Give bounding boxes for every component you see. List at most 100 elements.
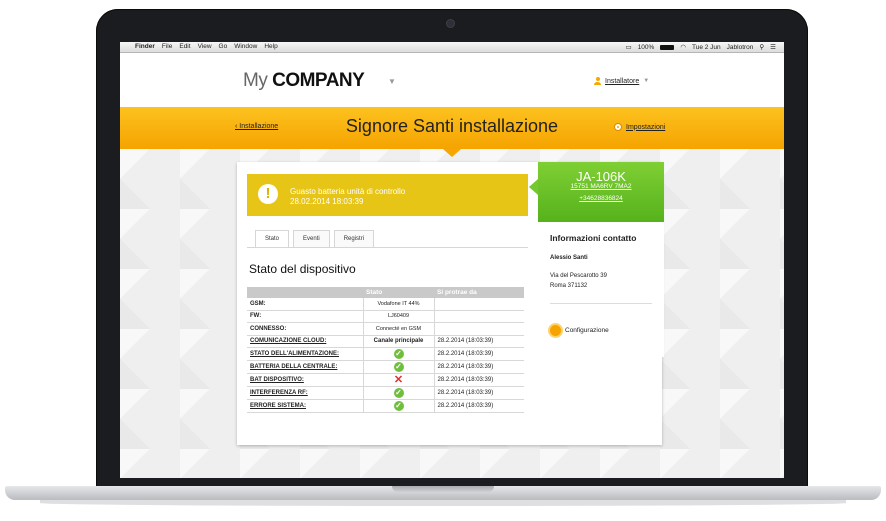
since-value: 28.2.2014 (18:03:39): [434, 335, 524, 348]
row-label[interactable]: BATTERIA DELLA CENTRALE:: [247, 360, 364, 374]
status-cell: ✕: [363, 373, 435, 387]
configuration-label[interactable]: Configurazione: [565, 327, 609, 334]
status-value: Vodafone IT 44%: [363, 298, 435, 311]
laptop-shadow: [40, 500, 846, 506]
device-phone-link[interactable]: +34628836824: [538, 195, 664, 202]
menu-user[interactable]: Jablotron: [727, 44, 754, 51]
row-label[interactable]: COMUNICAZIONE CLOUD:: [247, 335, 364, 348]
row-label: FW:: [247, 310, 364, 323]
menu-file[interactable]: File: [162, 43, 172, 50]
row-label: GSM:: [247, 298, 364, 311]
row-label[interactable]: STATO DELL'ALIMENTAZIONE:: [247, 347, 364, 361]
column-header-since: Si protrae da: [434, 287, 524, 298]
battery-percent: 100%: [637, 43, 655, 51]
column-header-stato: Stato: [363, 287, 434, 298]
check-icon: ✓: [393, 388, 404, 398]
display-icon[interactable]: ▭: [626, 43, 632, 51]
table-row: ERRORE SISTEMA: ✓ 28.2.2014 (18:03:39): [247, 399, 524, 413]
menu-window[interactable]: Window: [234, 43, 257, 50]
menu-clock[interactable]: Tue 2 Jun: [692, 44, 721, 51]
table-row: GSM: Vodafone IT 44%: [247, 298, 524, 311]
user-icon: [594, 77, 601, 85]
company-logo[interactable]: My COMPANY: [243, 70, 365, 92]
settings-link[interactable]: Impostazioni: [614, 123, 665, 131]
contact-heading: Informazioni contatto: [550, 233, 637, 243]
screen: Finder File Edit View Go Window Help ▭ 1…: [120, 42, 784, 478]
row-label: CONNESSO:: [247, 322, 364, 336]
since-value: 28.2.2014 (18:03:39): [434, 386, 524, 400]
table-row: FW: LJ60409: [247, 310, 524, 323]
status-cell: ✓: [363, 360, 435, 374]
table-row: INTERFERENZA RF: ✓ 28.2.2014 (18:03:39): [247, 386, 524, 400]
device-pointer: [529, 179, 538, 195]
tab-eventi[interactable]: Eventi: [293, 230, 330, 247]
alert-timestamp: 28.02.2014 18:03:39: [290, 197, 364, 206]
tab-registri[interactable]: Registri: [333, 230, 375, 247]
status-cell: ✓: [363, 347, 435, 361]
device-serial-link[interactable]: 15751 MA6RV 7MA2: [538, 183, 664, 190]
user-menu-label[interactable]: Installatore: [605, 78, 639, 85]
section-title: Stato del dispositivo: [249, 262, 356, 276]
app-header: My COMPANY ▼ Installatore ▼: [120, 53, 784, 107]
status-value: Connecté en GSM: [363, 322, 435, 336]
notification-center-icon[interactable]: ☰: [770, 43, 776, 51]
tab-bar: Stato Eventi Registri: [255, 230, 375, 247]
since-value: [434, 322, 524, 336]
menu-go[interactable]: Go: [219, 43, 228, 50]
error-cross-icon: ✕: [393, 374, 404, 386]
gear-icon: [550, 325, 561, 336]
alert-message: Guasto batteria unità di controllo: [290, 187, 406, 196]
since-value: 28.2.2014 (18:03:39): [434, 347, 524, 361]
tab-stato[interactable]: Stato: [255, 230, 290, 247]
menu-finder[interactable]: Finder: [135, 43, 155, 50]
laptop-base-notch: [392, 486, 494, 492]
table-row: COMUNICAZIONE CLOUD: Canale principale 28.…: [247, 335, 524, 348]
wifi-icon[interactable]: ◠: [680, 43, 686, 51]
since-value: [434, 310, 524, 323]
table-row: BATTERIA DELLA CENTRALE: ✓ 28.2.2014 (18:0…: [247, 360, 524, 374]
row-label[interactable]: INTERFERENZA RF:: [247, 386, 364, 400]
table-row: STATO DELL'ALIMENTAZIONE: ✓ 28.2.2014 (18:…: [247, 347, 524, 361]
chevron-down-icon[interactable]: ▼: [643, 78, 649, 84]
battery-icon[interactable]: [660, 44, 675, 50]
spotlight-icon[interactable]: ⚲: [759, 43, 764, 51]
contact-divider: [550, 303, 652, 304]
table-row: CONNESSO: Connecté en GSM: [247, 322, 524, 336]
company-dropdown-icon[interactable]: ▼: [388, 77, 396, 86]
status-table: Stato Si protrae da GSM: Vodafone IT 44% F…: [247, 287, 524, 413]
row-label[interactable]: BAT DISPOSITIVO:: [247, 373, 364, 387]
since-value: 28.2.2014 (18:03:39): [434, 399, 524, 413]
configuration-link[interactable]: Configurazione: [550, 325, 609, 336]
contact-address-line2: Roma 371132: [550, 283, 588, 289]
mac-menu-bar: Finder File Edit View Go Window Help ▭ 1…: [120, 42, 784, 53]
page-title: Signore Santi installazione: [345, 116, 559, 136]
status-value: LJ60409: [363, 310, 435, 323]
check-icon: ✓: [393, 401, 404, 411]
device-name: JA-106K: [576, 169, 626, 184]
band-pointer: [443, 149, 461, 157]
status-value: Canale principale: [363, 335, 435, 348]
contact-panel: Informazioni contatto Alessio Santi Via …: [538, 222, 664, 357]
check-icon: ✓: [393, 362, 404, 372]
tab-divider: [247, 247, 528, 248]
camera-icon: [447, 20, 454, 27]
since-value: 28.2.2014 (18:03:39): [434, 360, 524, 374]
contact-address-line1: Via del Pescarotto 39: [550, 273, 607, 279]
status-cell: ✓: [363, 399, 435, 413]
menu-help[interactable]: Help: [264, 43, 277, 50]
contact-name: Alessio Santi: [550, 255, 588, 261]
alert-banner: ! Guasto batteria unità di controllo 28.…: [247, 174, 528, 216]
column-header: [247, 287, 363, 298]
title-band: ‹ Installazione Signore Santi installazi…: [120, 107, 784, 149]
menu-view[interactable]: View: [198, 43, 212, 50]
row-label[interactable]: ERRORE SISTEMA:: [247, 399, 364, 413]
menu-edit[interactable]: Edit: [179, 43, 190, 50]
user-menu[interactable]: Installatore ▼: [594, 77, 649, 85]
since-value: [434, 298, 524, 311]
warning-icon: !: [258, 184, 278, 204]
settings-label[interactable]: Impostazioni: [626, 124, 665, 131]
since-value: 28.2.2014 (18:03:39): [434, 373, 524, 387]
status-cell: ✓: [363, 386, 435, 400]
device-panel: JA-106K 15751 MA6RV 7MA2 +34628836824: [538, 162, 664, 222]
table-row: BAT DISPOSITIVO: ✕ 28.2.2014 (18:03:39): [247, 373, 524, 387]
